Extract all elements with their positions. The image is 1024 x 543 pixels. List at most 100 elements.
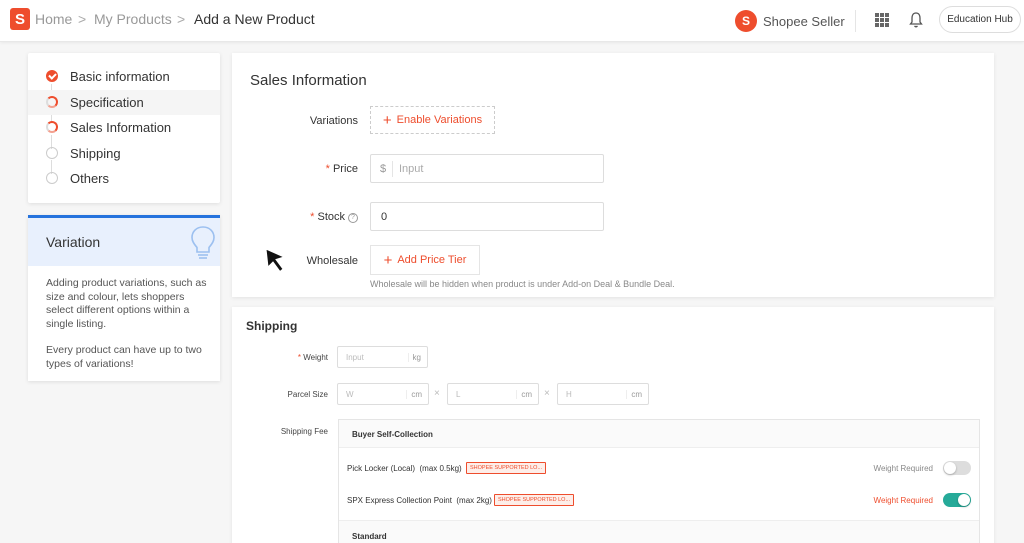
parcel-length-input[interactable]: L cm	[447, 383, 539, 405]
length-placeholder: L	[456, 390, 461, 399]
form-steps-panel: Basic information Specification Sales In…	[28, 53, 220, 203]
step-others[interactable]: Others	[28, 166, 220, 191]
weight-placeholder: Input	[346, 353, 364, 362]
parcel-size-label: Parcel Size	[287, 390, 328, 399]
step-label: Specification	[70, 95, 144, 110]
channel-toggle[interactable]	[943, 461, 971, 475]
height-placeholder: H	[566, 390, 572, 399]
divider	[392, 161, 393, 177]
toggle-knob	[944, 462, 956, 474]
channel-name: Pick Locker (Local) (max 0.5kg)	[347, 464, 462, 473]
toggle-knob	[958, 494, 970, 506]
parcel-width-input[interactable]: W cm	[337, 383, 429, 405]
weight-required-label: Weight Required	[873, 496, 933, 505]
divider	[855, 10, 856, 32]
breadcrumb-current: Add a New Product	[194, 11, 315, 27]
mouse-cursor-icon	[265, 248, 286, 273]
unit-label: cm	[406, 390, 422, 399]
wholesale-label: Wholesale	[306, 255, 358, 267]
step-label: Sales Information	[70, 120, 172, 135]
label-text: Stock	[317, 211, 345, 223]
stock-input[interactable]: 0	[370, 202, 604, 231]
education-hub-button[interactable]: Education Hub	[939, 6, 1021, 33]
tip-paragraph: Adding product variations, such as size …	[46, 277, 207, 330]
weight-input[interactable]: Input kg	[337, 346, 428, 368]
tip-paragraph: Every product can have up to two types o…	[46, 344, 202, 370]
tip-header: Variation	[28, 218, 220, 266]
step-label: Others	[70, 171, 110, 186]
label-text: Weight	[303, 353, 328, 362]
wholesale-note: Wholesale will be hidden when product is…	[370, 279, 675, 289]
button-label: Add Price Tier	[397, 254, 467, 266]
tip-body: Adding product variations, such as size …	[46, 277, 214, 371]
step-label: Shipping	[70, 146, 121, 161]
section-title: Shipping	[246, 319, 298, 333]
label-text: Price	[332, 163, 358, 175]
channel-max-weight: (max 0.5kg)	[419, 464, 462, 473]
breadcrumb-my-products[interactable]: My Products	[94, 11, 172, 27]
required-mark: *	[310, 211, 315, 223]
channel-max-weight: (max 2kg)	[456, 496, 492, 505]
currency-symbol: $	[380, 163, 387, 175]
channel-toggle[interactable]	[943, 493, 971, 507]
fee-group-header: Standard	[339, 520, 979, 543]
width-placeholder: W	[346, 390, 354, 399]
price-label: * Price	[238, 163, 358, 175]
help-circle-icon[interactable]: ?	[348, 213, 358, 223]
empty-circle-icon	[46, 147, 58, 159]
lightbulb-icon	[191, 226, 215, 259]
supported-logistics-badge: SHOPEE SUPPORTED LO...	[466, 462, 547, 474]
section-title: Sales Information	[250, 72, 367, 89]
weight-required-label: Weight Required	[873, 464, 933, 473]
enable-variations-button[interactable]: + Enable Variations	[370, 106, 495, 134]
channel-title: Pick Locker (Local)	[347, 464, 416, 473]
bell-icon[interactable]	[908, 11, 924, 29]
apps-grid-icon[interactable]	[875, 13, 889, 27]
tip-title: Variation	[46, 234, 101, 250]
step-specification[interactable]: Specification	[28, 90, 220, 115]
times-icon: ×	[434, 388, 440, 399]
shopee-logo-icon[interactable]: S	[10, 8, 30, 30]
progress-circle-icon	[46, 96, 58, 108]
fee-group-label: Buyer Self-Collection	[352, 430, 433, 439]
stock-label: * Stock?	[238, 211, 358, 223]
variations-label: Variations	[309, 115, 358, 127]
top-bar: S Home > My Products > Add a New Product…	[0, 0, 1024, 42]
channel-name: SPX Express Collection Point (max 2kg)	[347, 496, 492, 505]
times-icon: ×	[544, 388, 550, 399]
shipping-fee-table: Buyer Self-Collection Pick Locker (Local…	[338, 419, 980, 543]
fee-group-label: Standard	[352, 532, 387, 541]
seller-center-label[interactable]: Shopee Seller	[763, 14, 845, 29]
button-label: Enable Variations	[396, 114, 483, 126]
required-mark: *	[297, 353, 301, 362]
price-input[interactable]: $ Input	[370, 154, 604, 183]
channel-title: SPX Express Collection Point	[347, 496, 452, 505]
step-basic-information[interactable]: Basic information	[28, 64, 220, 89]
unit-label: cm	[626, 390, 642, 399]
sales-information-section: Sales Information Variations + Enable Var…	[232, 53, 994, 297]
chevron-right-icon: >	[78, 11, 87, 27]
stock-value: 0	[381, 211, 388, 223]
supported-logistics-badge: SHOPEE SUPPORTED LO...	[494, 494, 575, 506]
chevron-right-icon: >	[177, 11, 186, 27]
tip-card: Variation Adding product variations, suc…	[28, 215, 220, 381]
price-placeholder: Input	[399, 163, 424, 175]
shipping-fee-label: Shipping Fee	[280, 427, 328, 436]
unit-label: kg	[407, 353, 421, 362]
step-label: Basic information	[70, 69, 170, 84]
step-shipping[interactable]: Shipping	[28, 141, 220, 166]
unit-label: cm	[516, 390, 532, 399]
plus-icon: +	[382, 112, 392, 129]
breadcrumb-home[interactable]: Home	[35, 11, 72, 27]
weight-label: * Weight	[238, 353, 328, 362]
parcel-height-input[interactable]: H cm	[557, 383, 649, 405]
required-mark: *	[325, 163, 330, 175]
progress-circle-icon	[46, 121, 58, 133]
check-circle-icon	[46, 70, 58, 82]
empty-circle-icon	[46, 172, 58, 184]
shopee-seller-logo-icon: S	[735, 10, 757, 32]
plus-icon: +	[383, 252, 393, 269]
add-price-tier-button[interactable]: + Add Price Tier	[370, 245, 480, 275]
step-sales-information[interactable]: Sales Information	[28, 115, 220, 140]
fee-group-header: Buyer Self-Collection	[339, 420, 979, 448]
